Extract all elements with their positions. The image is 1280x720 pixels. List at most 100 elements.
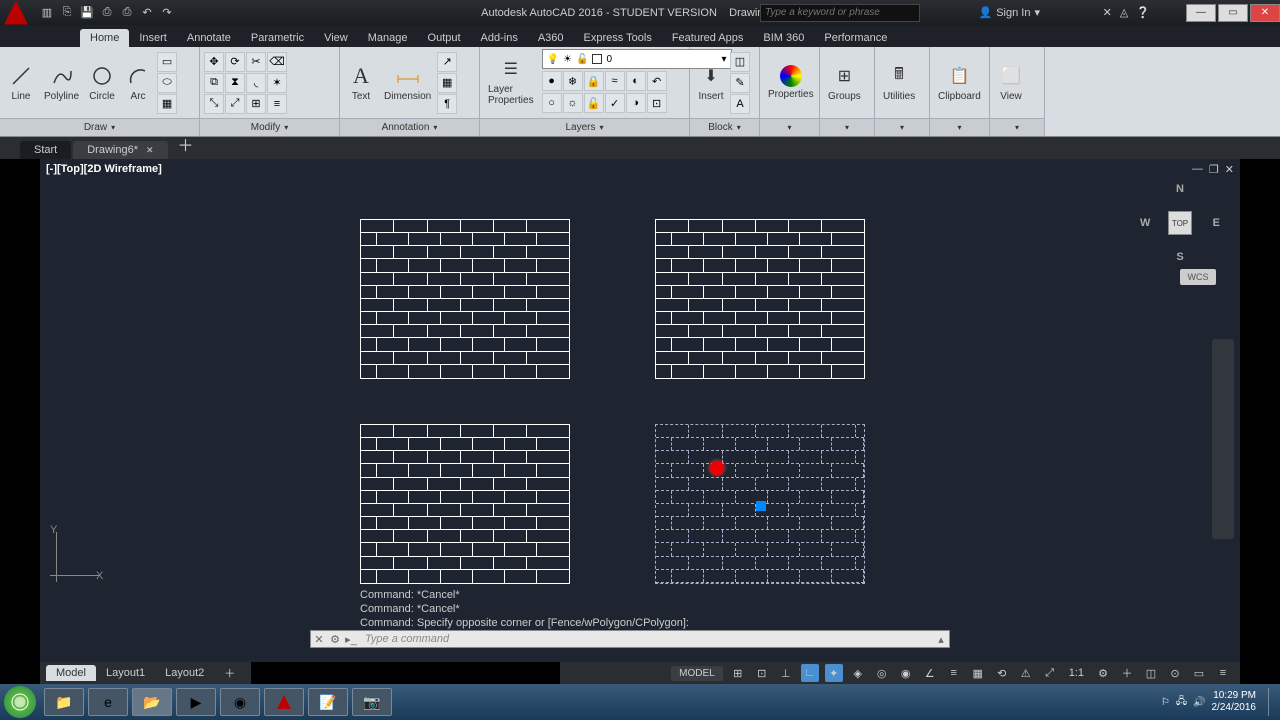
ribbon-tab-parametric[interactable]: Parametric bbox=[241, 29, 314, 47]
layer-uniso-icon[interactable]: ◑ bbox=[626, 93, 646, 113]
hatch-icon[interactable]: ▦ bbox=[157, 94, 177, 114]
expand-icon[interactable]: ▾ bbox=[1015, 123, 1019, 132]
drawing-area[interactable]: [-][Top][2D Wireframe] — ❐ ✕ N S E W TOP… bbox=[40, 159, 1240, 662]
cycling-icon[interactable]: ⟲ bbox=[993, 664, 1011, 682]
vp-minimize-icon[interactable]: — bbox=[1192, 163, 1203, 176]
expand-icon[interactable]: ▾ bbox=[787, 123, 791, 132]
hatch-object-2[interactable] bbox=[655, 219, 865, 379]
properties-tool[interactable]: Properties bbox=[764, 63, 818, 102]
layer-state-icon[interactable]: ⊡ bbox=[647, 93, 667, 113]
viewcube-s[interactable]: S bbox=[1176, 251, 1183, 263]
isoplane-icon[interactable]: ◈ bbox=[849, 664, 867, 682]
polar-icon[interactable]: ✦ bbox=[825, 664, 843, 682]
ortho-icon[interactable]: ∟ bbox=[801, 664, 819, 682]
dimension-tool[interactable]: Dimension bbox=[380, 61, 435, 104]
viewcube[interactable]: N S E W TOP bbox=[1140, 183, 1220, 263]
layer-cur-icon[interactable]: ✓ bbox=[605, 93, 625, 113]
vp-restore-icon[interactable]: ❐ bbox=[1209, 163, 1219, 176]
command-input[interactable]: Type a command bbox=[359, 633, 933, 645]
task-autocad-icon[interactable] bbox=[264, 688, 304, 716]
erase-icon[interactable]: ⌫ bbox=[267, 52, 287, 72]
tab-close-icon[interactable]: ✕ bbox=[146, 145, 154, 155]
signin-button[interactable]: 👤 Sign In ▾ bbox=[979, 6, 1040, 19]
otrack-icon[interactable]: ∠ bbox=[921, 664, 939, 682]
layout-tab-layout2[interactable]: Layout2 bbox=[155, 665, 214, 681]
lineweight-icon[interactable]: ≡ bbox=[945, 664, 963, 682]
create-block-icon[interactable]: ◫ bbox=[730, 52, 750, 72]
help-search-input[interactable] bbox=[760, 4, 920, 22]
layer-iso-icon[interactable]: ◐ bbox=[626, 71, 646, 91]
task-chrome-icon[interactable]: ◉ bbox=[220, 688, 260, 716]
array-icon[interactable]: ⊞ bbox=[246, 94, 266, 114]
cmd-close-icon[interactable]: ✕ bbox=[311, 633, 327, 646]
tray-network-icon[interactable]: 🖧 bbox=[1176, 694, 1187, 711]
rotate-icon[interactable]: ⟳ bbox=[225, 52, 245, 72]
maximize-button[interactable]: ▭ bbox=[1218, 4, 1248, 22]
clock[interactable]: 10:29 PM 2/24/2016 bbox=[1212, 690, 1257, 714]
viewport-label[interactable]: [-][Top][2D Wireframe] bbox=[46, 163, 162, 175]
expand-icon[interactable]: ▾ bbox=[111, 123, 115, 132]
ellipse-icon[interactable]: ⬭ bbox=[157, 73, 177, 93]
task-folder-icon[interactable]: 📂 bbox=[132, 688, 172, 716]
hatch-object-selected[interactable] bbox=[655, 424, 865, 584]
text-tool[interactable]: AText bbox=[344, 61, 378, 104]
mtext-icon[interactable]: ¶ bbox=[437, 94, 457, 114]
line-tool[interactable]: Line bbox=[4, 61, 38, 104]
layer-thaw-icon[interactable]: ☼ bbox=[563, 93, 583, 113]
clean-icon[interactable]: ▭ bbox=[1190, 664, 1208, 682]
grid-icon[interactable]: ⊞ bbox=[729, 664, 747, 682]
expand-icon[interactable]: ▾ bbox=[900, 123, 904, 132]
document-tab[interactable]: Start bbox=[20, 141, 71, 159]
fillet-icon[interactable]: ◟ bbox=[246, 73, 266, 93]
ribbon-tab-annotate[interactable]: Annotate bbox=[177, 29, 241, 47]
3dosnap-icon[interactable]: ◉ bbox=[897, 664, 915, 682]
ribbon-tab-manage[interactable]: Manage bbox=[358, 29, 418, 47]
ribbon-tab-home[interactable]: Home bbox=[80, 29, 129, 47]
add-layout-button[interactable]: ＋ bbox=[214, 663, 245, 683]
saveas-icon[interactable]: ⎙ bbox=[98, 4, 116, 22]
show-desktop-button[interactable] bbox=[1268, 688, 1276, 716]
expand-icon[interactable]: ▾ bbox=[737, 123, 741, 132]
stretch-icon[interactable]: ⤡ bbox=[204, 94, 224, 114]
tray-flag-icon[interactable]: ⚐ bbox=[1161, 697, 1170, 708]
ribbon-tab-add-ins[interactable]: Add-ins bbox=[471, 29, 528, 47]
attr-icon[interactable]: A bbox=[730, 94, 750, 114]
layout-tab-layout1[interactable]: Layout1 bbox=[96, 665, 155, 681]
cmd-recent-icon[interactable]: ▴ bbox=[933, 633, 949, 646]
layer-freeze-icon[interactable]: ❄ bbox=[563, 71, 583, 91]
explode-icon[interactable]: ✶ bbox=[267, 73, 287, 93]
minimize-button[interactable]: — bbox=[1186, 4, 1216, 22]
task-note-icon[interactable]: 📝 bbox=[308, 688, 348, 716]
task-media-icon[interactable]: ▶ bbox=[176, 688, 216, 716]
hatch-object-1[interactable] bbox=[360, 219, 570, 379]
gear-icon[interactable]: ⚙ bbox=[1094, 664, 1112, 682]
expand-icon[interactable]: ▾ bbox=[845, 123, 849, 132]
save-icon[interactable]: 💾 bbox=[78, 4, 96, 22]
close-button[interactable]: ✕ bbox=[1250, 4, 1280, 22]
layer-match-icon[interactable]: ≈ bbox=[605, 71, 625, 91]
utilities-tool[interactable]: 🖩Utilities bbox=[879, 61, 919, 104]
transparency-icon[interactable]: ▦ bbox=[969, 664, 987, 682]
layer-off-icon[interactable]: ● bbox=[542, 71, 562, 91]
task-explorer-icon[interactable]: 📁 bbox=[44, 688, 84, 716]
new-tab-button[interactable]: ＋ bbox=[170, 129, 202, 159]
expand-icon[interactable]: ▾ bbox=[600, 123, 604, 132]
table-icon[interactable]: ▦ bbox=[437, 73, 457, 93]
modelspace-button[interactable]: MODEL bbox=[671, 666, 723, 681]
ribbon-tab-view[interactable]: View bbox=[314, 29, 358, 47]
hardware-icon[interactable]: ⊙ bbox=[1166, 664, 1184, 682]
mirror-icon[interactable]: ⧗ bbox=[225, 73, 245, 93]
insert-block-tool[interactable]: ⬇Insert bbox=[694, 61, 728, 104]
arc-tool[interactable]: Arc bbox=[121, 61, 155, 104]
print-icon[interactable]: ⎙ bbox=[118, 4, 136, 22]
expand-icon[interactable]: ▾ bbox=[284, 123, 288, 132]
infer-icon[interactable]: ⊥ bbox=[777, 664, 795, 682]
plus-icon[interactable]: ＋ bbox=[1118, 664, 1136, 682]
annomon-icon[interactable]: ⚠ bbox=[1017, 664, 1035, 682]
layer-properties-tool[interactable]: ☰Layer Properties bbox=[484, 54, 538, 108]
layer-unlock-icon[interactable]: 🔓 bbox=[584, 93, 604, 113]
ribbon-tab-a360[interactable]: A360 bbox=[528, 29, 574, 47]
layer-lock-icon[interactable]: 🔒 bbox=[584, 71, 604, 91]
task-camera-icon[interactable]: 📷 bbox=[352, 688, 392, 716]
scale-button[interactable]: 1:1 bbox=[1065, 664, 1088, 682]
